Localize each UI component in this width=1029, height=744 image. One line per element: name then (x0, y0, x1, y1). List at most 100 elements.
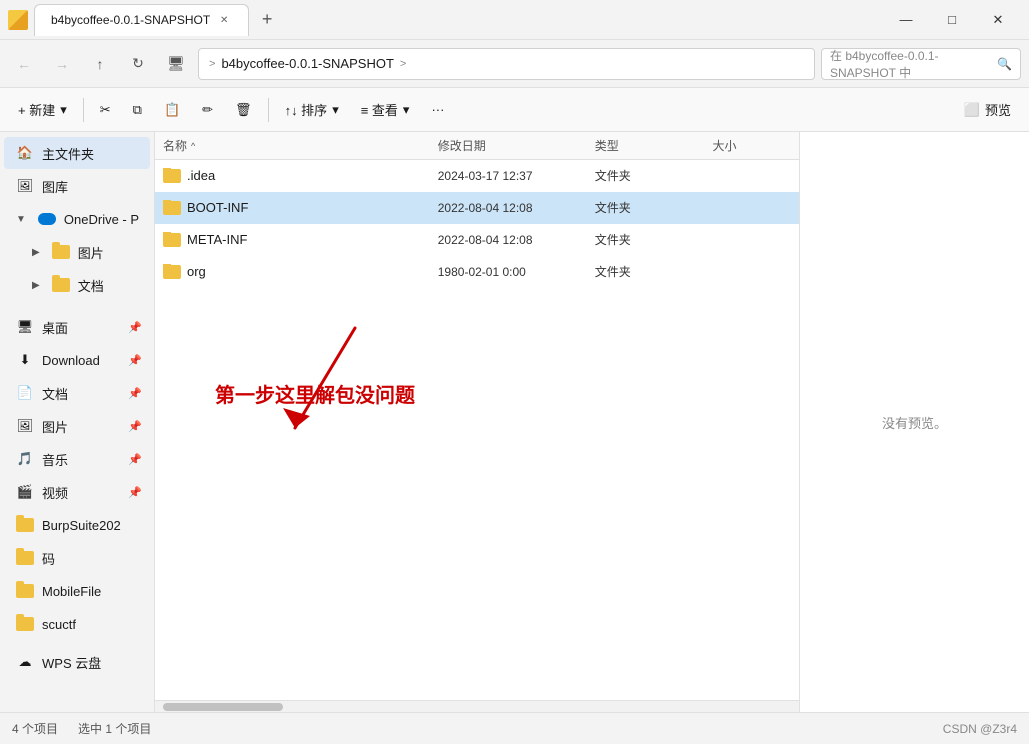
doc2-pin-icon: 📌 (128, 387, 142, 400)
sidebar-item-music[interactable]: 🎵 音乐 📌 (4, 443, 150, 475)
file-name-boot: BOOT-INF (163, 200, 438, 215)
file-name-idea: .idea (163, 168, 438, 183)
status-bar: 4 个项目 选中 1 个项目 CSDN @Z3r4 (0, 712, 1029, 744)
selected-info: 选中 1 个项目 (78, 720, 151, 737)
annotation-area: 第一步这里解包没问题 (155, 288, 799, 488)
horizontal-scrollbar[interactable] (155, 700, 799, 712)
forward-button[interactable]: → (46, 48, 78, 80)
sidebar-item-video[interactable]: 🎬 视频 📌 (4, 476, 150, 508)
folder-icon-org (163, 265, 181, 279)
sidebar-gallery-label: 图库 (42, 177, 68, 196)
file-name-idea-label: .idea (187, 168, 215, 183)
download-icon: ⬇ (16, 351, 34, 369)
file-type-idea: 文件夹 (595, 167, 713, 184)
new-tab-button[interactable]: + (253, 6, 281, 34)
address-bar: ← → ↑ ↻ 🖥 > b4bycoffee-0.0.1-SNAPSHOT > … (0, 40, 1029, 88)
sort-button[interactable]: ↑↓ 排序 ▾ (275, 93, 349, 127)
col-date-header[interactable]: 修改日期 (438, 137, 595, 154)
doc2-icon: 📄 (16, 384, 34, 402)
tab-title: b4bycoffee-0.0.1-SNAPSHOT (51, 13, 210, 27)
path-segment[interactable]: b4bycoffee-0.0.1-SNAPSHOT (221, 56, 393, 71)
search-icon: 🔍 (997, 57, 1012, 71)
maximize-button[interactable]: □ (929, 4, 975, 36)
sidebar-item-main-folder[interactable]: 🏠 主文件夹 (4, 137, 150, 169)
file-name-org-label: org (187, 264, 206, 279)
table-row[interactable]: META-INF 2022-08-04 12:08 文件夹 (155, 224, 799, 256)
more-button[interactable]: ··· (421, 93, 454, 127)
file-date-meta: 2022-08-04 12:08 (438, 233, 595, 247)
item-count: 4 个项目 (12, 720, 58, 737)
col-size-header[interactable]: 大小 (713, 137, 792, 154)
preview-label: 预览 (985, 100, 1011, 119)
sidebar-ma-label: 码 (42, 549, 55, 568)
refresh-button[interactable]: ↻ (122, 48, 154, 80)
sidebar-item-desktop[interactable]: 🖥 桌面 📌 (4, 311, 150, 343)
sidebar-item-mobile[interactable]: MobileFile (4, 575, 150, 607)
file-list-header: 名称 ^ 修改日期 类型 大小 (155, 132, 799, 160)
table-row[interactable]: .idea 2024-03-17 12:37 文件夹 (155, 160, 799, 192)
sidebar-item-pictures[interactable]: ▶ 图片 (4, 236, 150, 268)
col-size-label: 大小 (713, 137, 737, 154)
rename-icon: ✏ (202, 102, 213, 118)
docs-folder-icon (52, 276, 70, 294)
sidebar-mobile-label: MobileFile (42, 584, 101, 599)
sidebar-item-onedrive[interactable]: ▼ OneDrive - P (4, 203, 150, 235)
col-name-label: 名称 (163, 137, 187, 154)
tab-area: b4bycoffee-0.0.1-SNAPSHOT ✕ + (34, 4, 883, 36)
sidebar-video-label: 视频 (42, 483, 68, 502)
file-date-idea: 2024-03-17 12:37 (438, 169, 595, 183)
music-pin-icon: 📌 (128, 453, 142, 466)
file-type-meta: 文件夹 (595, 231, 713, 248)
sidebar-item-docs[interactable]: ▶ 文档 (4, 269, 150, 301)
location-button[interactable]: 🖥 (160, 48, 192, 80)
col-type-header[interactable]: 类型 (595, 137, 713, 154)
search-box[interactable]: 在 b4bycoffee-0.0.1-SNAPSHOT 中 🔍 (821, 48, 1021, 80)
table-row[interactable]: org 1980-02-01 0:00 文件夹 (155, 256, 799, 288)
sidebar-item-download[interactable]: ⬇ Download 📌 (4, 344, 150, 376)
tab-close-button[interactable]: ✕ (216, 12, 232, 28)
paste-button[interactable]: 📋 (154, 93, 190, 127)
delete-button[interactable]: 🗑 (225, 93, 262, 127)
file-type-boot: 文件夹 (595, 199, 713, 216)
desktop-icon: 🖥 (16, 318, 34, 336)
cut-button[interactable]: ✂ (90, 93, 121, 127)
toolbar: + 新建 ▾ ✂ ⧉ 📋 ✏ 🗑 ↑↓ 排序 ▾ ≡ 查看 ▾ ··· ⬜ 预览 (0, 88, 1029, 132)
sidebar-item-ma[interactable]: 码 (4, 542, 150, 574)
sidebar-item-wps[interactable]: ☁ WPS 云盘 (4, 646, 150, 678)
no-preview-text: 没有预览。 (882, 413, 947, 432)
desktop-pin-icon: 📌 (128, 321, 142, 334)
scuctf-folder-icon (16, 615, 34, 633)
sidebar-pictures-label: 图片 (78, 243, 104, 262)
sidebar-item-burp[interactable]: BurpSuite202 (4, 509, 150, 541)
new-button[interactable]: + 新建 ▾ (8, 93, 77, 127)
active-tab[interactable]: b4bycoffee-0.0.1-SNAPSHOT ✕ (34, 4, 249, 36)
up-button[interactable]: ↑ (84, 48, 116, 80)
table-row[interactable]: BOOT-INF 2022-08-04 12:08 文件夹 (155, 192, 799, 224)
view-label: ≡ 查看 (361, 100, 398, 119)
view-button[interactable]: ≡ 查看 ▾ (351, 93, 420, 127)
music-icon: 🎵 (16, 450, 34, 468)
file-name-boot-label: BOOT-INF (187, 200, 248, 215)
sidebar-item-gallery[interactable]: 🖼 图库 (4, 170, 150, 202)
sidebar-item-picture2[interactable]: 🖼 图片 📌 (4, 410, 150, 442)
preview-icon: ⬜ (964, 102, 980, 118)
close-button[interactable]: ✕ (975, 4, 1021, 36)
rename-button[interactable]: ✏ (192, 93, 223, 127)
col-name-header[interactable]: 名称 ^ (163, 137, 438, 154)
h-scroll-thumb[interactable] (163, 703, 283, 711)
preview-button[interactable]: ⬜ 预览 (954, 93, 1021, 127)
address-path[interactable]: > b4bycoffee-0.0.1-SNAPSHOT > (198, 48, 815, 80)
main-layout: 🏠 主文件夹 🖼 图库 ▼ OneDrive - P ▶ 图片 ▶ 文 (0, 132, 1029, 712)
picture2-pin-icon: 📌 (128, 420, 142, 433)
sidebar-item-doc2[interactable]: 📄 文档 📌 (4, 377, 150, 409)
sidebar-wps-label: WPS 云盘 (42, 653, 101, 672)
back-button[interactable]: ← (8, 48, 40, 80)
sidebar-item-scuctf[interactable]: scuctf (4, 608, 150, 640)
annotation-text: 第一步这里解包没问题 (215, 379, 415, 408)
sidebar-burp-label: BurpSuite202 (42, 518, 121, 533)
toolbar-divider-2 (268, 98, 269, 122)
status-right: CSDN @Z3r4 (943, 722, 1017, 736)
copy-button[interactable]: ⧉ (123, 93, 152, 127)
home-icon: 🏠 (16, 144, 34, 162)
minimize-button[interactable]: — (883, 4, 929, 36)
